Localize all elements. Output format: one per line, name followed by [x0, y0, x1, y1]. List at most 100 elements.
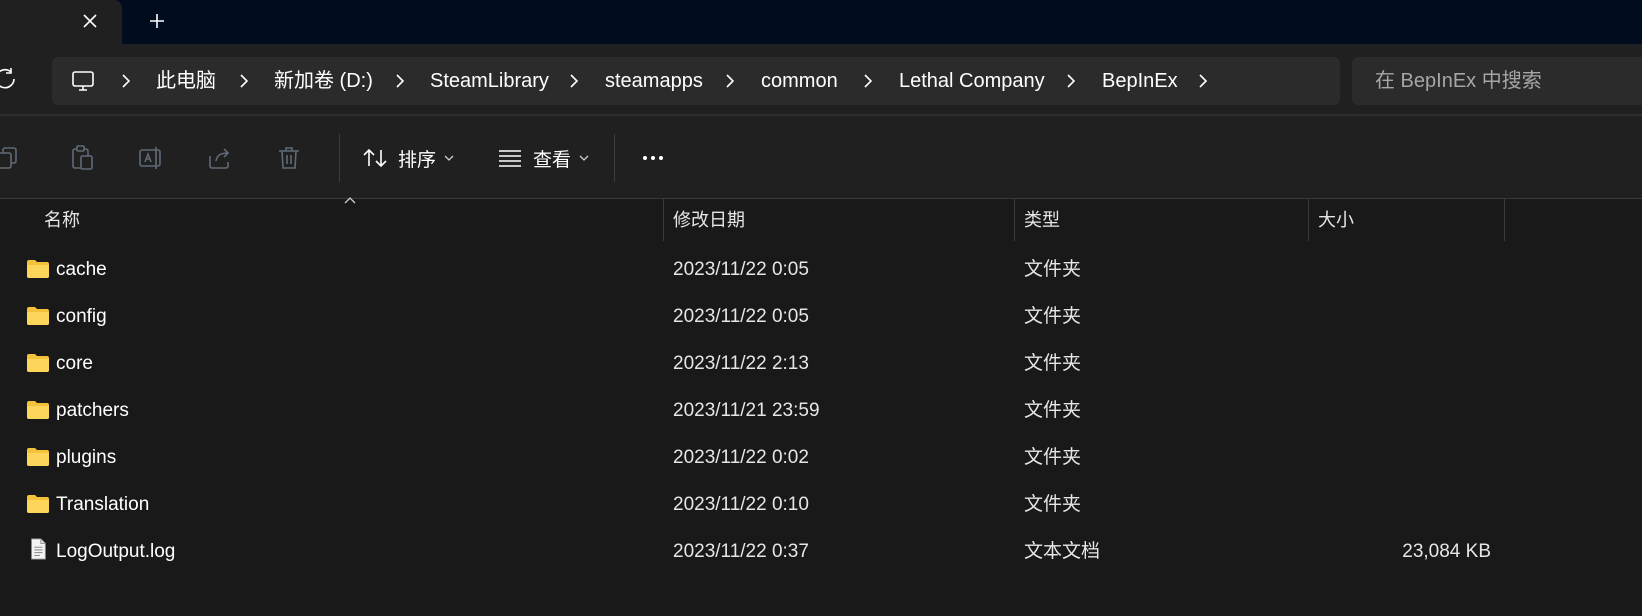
file-row[interactable]: LogOutput.log 2023/11/22 0:37 文本文档 23,08…	[0, 528, 1500, 575]
file-row[interactable]: cache 2023/11/22 0:05 文件夹	[0, 246, 1500, 293]
address-bar[interactable]: 此电脑 新加卷 (D:) SteamLibrary steamapps comm…	[52, 57, 1340, 105]
this-pc-icon[interactable]	[70, 69, 96, 93]
chevron-right-icon[interactable]	[1061, 71, 1081, 91]
chevron-right-icon[interactable]	[1193, 71, 1213, 91]
file-row[interactable]: patchers 2023/11/21 23:59 文件夹	[0, 387, 1500, 434]
paste-button[interactable]	[68, 144, 96, 172]
text-file-icon	[31, 538, 46, 560]
more-icon	[643, 156, 647, 160]
chevron-right-icon[interactable]	[564, 71, 584, 91]
folder-icon	[27, 260, 49, 278]
trash-icon	[279, 147, 299, 169]
column-separator[interactable]	[1504, 199, 1505, 241]
view-label: 查看	[533, 149, 572, 171]
command-bar: 排序 查看	[0, 116, 1642, 198]
file-modified: 2023/11/22 0:10	[673, 494, 809, 515]
file-size	[1318, 481, 1491, 528]
breadcrumb-lethal-company[interactable]: Lethal Company	[899, 57, 1045, 105]
paste-icon	[72, 145, 93, 170]
file-modified: 2023/11/22 0:05	[673, 306, 809, 327]
search-placeholder: 在 BepInEx 中搜索	[1375, 70, 1542, 92]
share-button[interactable]	[206, 144, 234, 172]
column-name[interactable]: 名称	[44, 199, 80, 241]
folder-icon	[27, 448, 49, 466]
rename-button[interactable]	[137, 144, 165, 172]
chevron-right-icon[interactable]	[390, 71, 410, 91]
sort-icon	[363, 148, 387, 168]
chevron-down-icon	[579, 155, 589, 161]
folder-icon	[27, 354, 49, 372]
column-separator[interactable]	[1308, 199, 1309, 241]
more-icon-dot	[651, 156, 655, 160]
breadcrumb-bepinex[interactable]: BepInEx	[1102, 57, 1178, 105]
folder-icon	[27, 401, 49, 419]
folder-icon	[27, 307, 49, 325]
breadcrumb-this-pc[interactable]: 此电脑	[156, 57, 216, 105]
chevron-right-icon[interactable]	[858, 71, 878, 91]
file-name: patchers	[56, 400, 129, 421]
view-button[interactable]: 查看	[497, 136, 589, 180]
chevron-right-icon[interactable]	[234, 71, 254, 91]
file-size	[1318, 246, 1491, 293]
column-header: 名称 修改日期 类型 大小	[0, 197, 1642, 241]
folder-icon	[27, 495, 49, 513]
sort-label: 排序	[398, 149, 437, 171]
file-size	[1318, 293, 1491, 340]
title-bar	[0, 0, 1642, 44]
share-icon	[209, 148, 230, 169]
column-separator[interactable]	[663, 199, 664, 241]
file-size	[1318, 387, 1491, 434]
sort-button[interactable]: 排序	[362, 136, 454, 180]
close-tab-button[interactable]	[77, 8, 103, 34]
column-separator[interactable]	[1014, 199, 1015, 241]
file-name: core	[56, 353, 93, 374]
breadcrumb-steamlibrary[interactable]: SteamLibrary	[430, 57, 549, 105]
toolbar-separator	[614, 134, 615, 182]
file-row[interactable]: Translation 2023/11/22 0:10 文件夹	[0, 481, 1500, 528]
file-row[interactable]: config 2023/11/22 0:05 文件夹	[0, 293, 1500, 340]
file-name: plugins	[56, 447, 117, 468]
column-type[interactable]: 类型	[1024, 199, 1060, 241]
file-row[interactable]: core 2023/11/22 2:13 文件夹	[0, 340, 1500, 387]
file-name: cache	[56, 259, 107, 280]
file-modified: 2023/11/22 0:05	[673, 259, 809, 280]
file-size: 23,084 KB	[1402, 541, 1491, 562]
refresh-icon	[0, 68, 15, 89]
file-type: 文件夹	[1024, 306, 1082, 327]
file-row[interactable]: plugins 2023/11/22 0:02 文件夹	[0, 434, 1500, 481]
toolbar-separator	[339, 134, 340, 182]
file-type: 文件夹	[1024, 400, 1082, 421]
delete-button[interactable]	[275, 144, 303, 172]
file-modified: 2023/11/22 2:13	[673, 353, 809, 374]
breadcrumb-common[interactable]: common	[761, 57, 838, 105]
copy-icon	[0, 147, 17, 169]
plus-icon	[150, 14, 164, 28]
file-size	[1318, 434, 1491, 481]
active-tab[interactable]	[0, 0, 122, 44]
view-icon	[499, 150, 521, 167]
new-tab-button[interactable]	[144, 8, 170, 34]
search-input[interactable]: 在 BepInEx 中搜索	[1352, 57, 1642, 105]
file-modified: 2023/11/21 23:59	[673, 400, 820, 421]
file-name: Translation	[56, 494, 150, 515]
more-options-button[interactable]	[638, 146, 668, 170]
file-type: 文件夹	[1024, 447, 1082, 468]
breadcrumb-steamapps[interactable]: steamapps	[605, 57, 703, 105]
breadcrumb-drive[interactable]: 新加卷 (D:)	[274, 57, 373, 105]
chevron-right-icon[interactable]	[720, 71, 740, 91]
refresh-button[interactable]	[0, 66, 18, 92]
chevron-down-icon	[444, 155, 454, 161]
address-row: 此电脑 新加卷 (D:) SteamLibrary steamapps comm…	[0, 44, 1642, 114]
column-modified[interactable]: 修改日期	[673, 199, 745, 241]
close-icon	[83, 14, 97, 28]
file-type: 文件夹	[1024, 353, 1082, 374]
chevron-right-icon[interactable]	[116, 71, 136, 91]
column-size[interactable]: 大小	[1318, 199, 1354, 241]
file-modified: 2023/11/22 0:02	[673, 447, 809, 468]
file-size	[1318, 340, 1491, 387]
file-name: LogOutput.log	[56, 541, 176, 562]
rename-icon	[139, 147, 161, 169]
copy-button[interactable]	[0, 144, 22, 172]
file-type: 文本文档	[1024, 541, 1101, 562]
file-name: config	[56, 306, 107, 327]
